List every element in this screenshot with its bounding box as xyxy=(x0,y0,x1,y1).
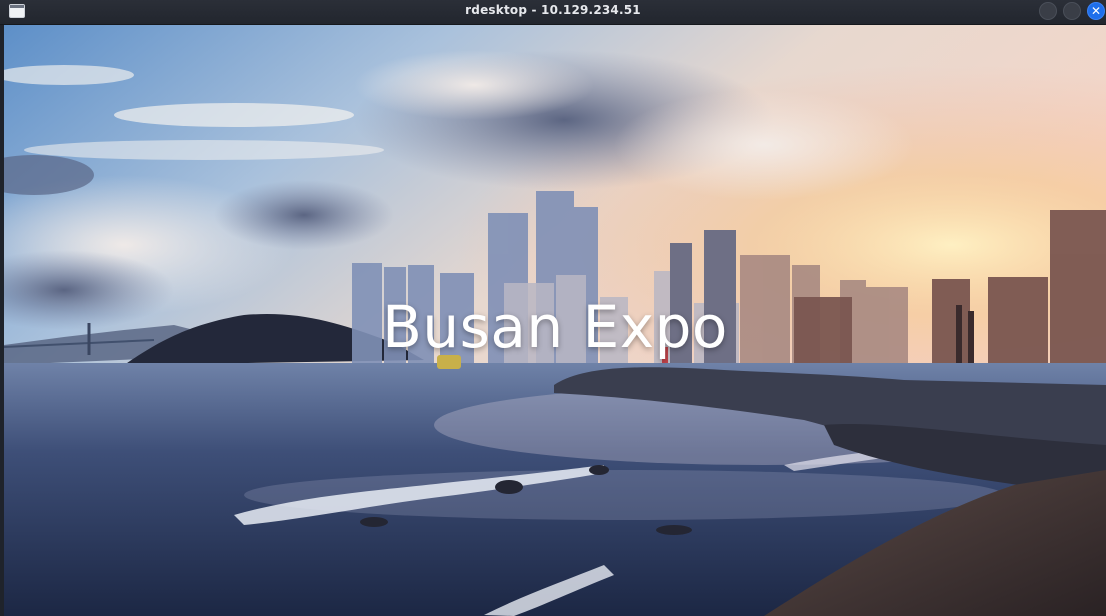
maximize-button[interactable] xyxy=(1063,2,1081,20)
rdesktop-window: rdesktop - 10.129.234.51 ✕ Busan Expo xyxy=(0,0,1106,616)
close-icon: ✕ xyxy=(1090,4,1102,18)
remote-desktop-viewport[interactable]: Busan Expo xyxy=(4,25,1106,616)
close-button[interactable]: ✕ xyxy=(1087,2,1105,20)
window-title: rdesktop - 10.129.234.51 xyxy=(465,3,641,17)
hero-title: Busan Expo xyxy=(382,293,728,361)
window-titlebar[interactable]: rdesktop - 10.129.234.51 ✕ xyxy=(0,0,1106,25)
minimize-button[interactable] xyxy=(1039,2,1057,20)
